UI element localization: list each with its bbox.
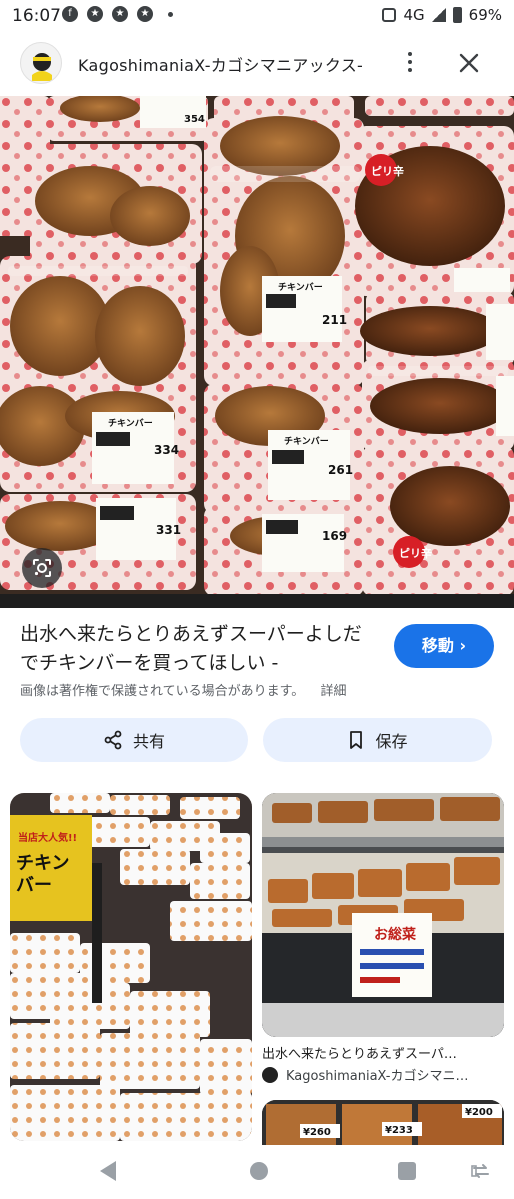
product-label: チキンバー <box>284 436 329 447</box>
viewer-header: KagoshimaniaX-カゴシマニアックス- <box>0 34 514 92</box>
status-bar: 16:07 f ★ ★ ★ 4G 69% <box>0 0 514 34</box>
svg-text:チキン: チキン <box>16 853 69 874</box>
save-label: 保存 <box>375 732 408 751</box>
home-icon[interactable] <box>250 1162 268 1180</box>
google-lens-icon <box>33 559 51 577</box>
more-vert-icon <box>408 52 412 56</box>
close-button[interactable] <box>454 48 484 78</box>
svg-text:バー: バー <box>16 875 52 896</box>
app-notification-icon: ★ <box>137 6 153 22</box>
system-indicators: 4G 69% <box>382 6 502 24</box>
copyright-notice: 画像は著作権で保護されている場合があります。 詳細 <box>20 680 346 699</box>
product-label: チキンバー <box>278 282 323 293</box>
clock: 16:07 <box>12 6 61 26</box>
site-logo[interactable] <box>20 42 62 84</box>
price-label: 331 <box>156 523 181 537</box>
price-tag: ¥260 <box>303 1127 331 1138</box>
related-image-thumbnail[interactable]: ¥260 ¥233 ¥200 <box>262 1100 504 1145</box>
price-label: 211 <box>322 313 347 327</box>
price-label: 354 <box>184 114 205 125</box>
svg-text:ピリ辛: ピリ辛 <box>399 546 432 560</box>
bookmark-icon <box>350 731 363 749</box>
app-notification-icon: ★ <box>112 6 128 22</box>
vibrate-icon <box>382 8 397 22</box>
price-label: 261 <box>328 463 353 477</box>
share-icon <box>104 730 122 750</box>
facebook-icon: f <box>62 6 78 22</box>
rotate-icon[interactable] <box>470 1161 492 1181</box>
notification-icons: f ★ ★ ★ <box>62 6 173 22</box>
google-lens-button[interactable] <box>22 548 62 588</box>
main-image[interactable]: 354 チキンバー 211 チキンバー 334 チキンバー 261 331 16… <box>0 96 514 608</box>
visit-button[interactable]: 移動 › <box>394 624 494 668</box>
network-type: 4G <box>403 6 425 24</box>
more-options-button[interactable] <box>396 48 424 78</box>
battery-icon <box>452 7 462 23</box>
app-notification-icon: ★ <box>87 6 103 22</box>
related-source[interactable]: KagoshimaniaX-カゴシマニ… <box>262 1065 504 1084</box>
related-image-thumbnail[interactable]: 当店大人気!! チキン バー <box>10 793 252 1141</box>
product-label: チキンバー <box>108 418 153 429</box>
price-tag: ¥233 <box>385 1125 413 1136</box>
related-image-thumbnail[interactable]: お総菜 <box>262 793 504 1037</box>
site-title: KagoshimaniaX-カゴシマニアックス- <box>78 56 364 75</box>
visit-label: 移動 <box>421 636 454 655</box>
signal-icon <box>431 8 446 22</box>
save-button[interactable]: 保存 <box>263 718 492 762</box>
svg-text:ピリ辛: ピリ辛 <box>371 164 404 178</box>
price-label: 169 <box>322 529 347 543</box>
result-title[interactable]: 出水へ来たらとりあえずスーパーよしだでチキンバーを買ってほしい - <box>20 620 370 678</box>
details-link[interactable]: 詳細 <box>320 684 346 699</box>
recents-icon[interactable] <box>398 1162 416 1180</box>
related-source-name: KagoshimaniaX-カゴシマニ… <box>286 1069 469 1084</box>
sign-text: お総菜 <box>374 926 417 943</box>
price-label: 334 <box>154 443 179 457</box>
system-navigation-bar <box>0 1145 514 1199</box>
more-notifications-icon <box>168 11 173 17</box>
back-icon[interactable] <box>100 1161 116 1181</box>
price-tag: ¥200 <box>465 1107 493 1118</box>
battery-level: 69% <box>468 6 502 24</box>
svg-text:当店大人気!!: 当店大人気!! <box>18 831 77 844</box>
chevron-right-icon: › <box>459 636 467 655</box>
close-icon <box>459 53 479 73</box>
related-caption[interactable]: 出水へ来たらとりあえずスーパ… <box>262 1043 504 1062</box>
site-favicon <box>262 1066 278 1083</box>
share-button[interactable]: 共有 <box>20 718 248 762</box>
copyright-text: 画像は著作権で保護されている場合があります。 <box>20 684 305 699</box>
share-label: 共有 <box>132 732 165 751</box>
